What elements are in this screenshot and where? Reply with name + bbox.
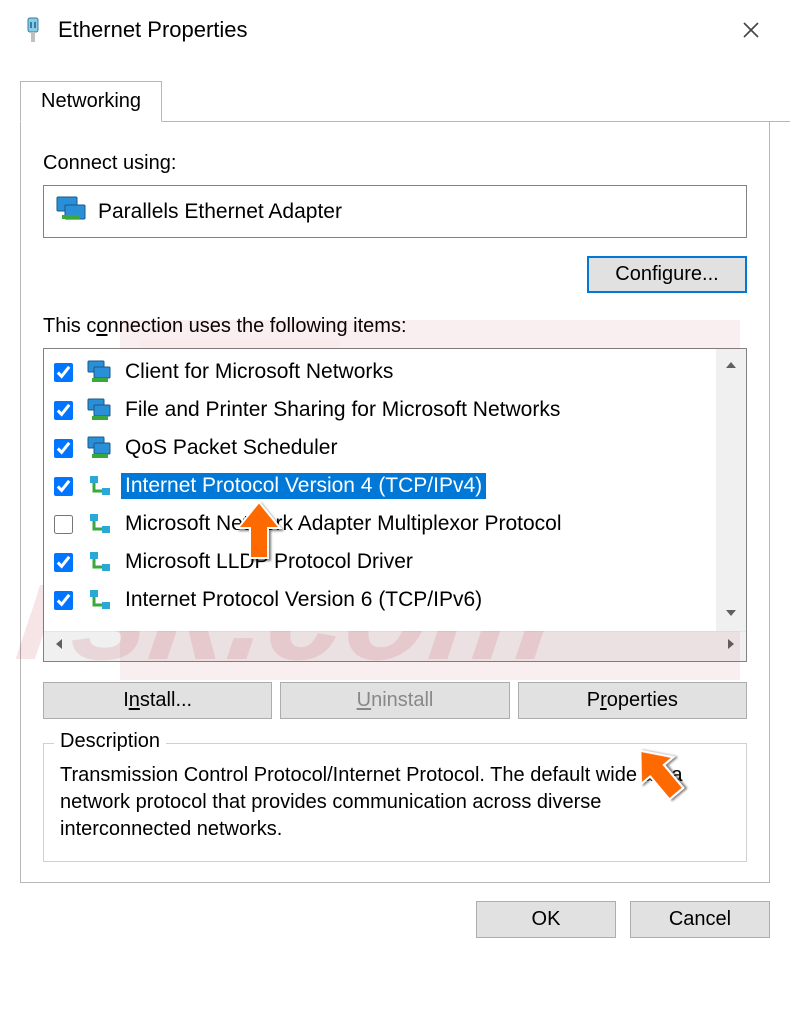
monitor-icon (87, 359, 113, 385)
tab-label: Networking (41, 90, 141, 112)
items-label: This connection uses the following items… (43, 315, 747, 338)
uninstall-button[interactable]: Uninstall (280, 682, 509, 719)
scroll-left-icon[interactable] (54, 637, 64, 656)
close-button[interactable] (732, 14, 770, 46)
list-item[interactable]: File and Printer Sharing for Microsoft N… (50, 391, 746, 429)
item-buttons-row: Install... Uninstall Properties (43, 682, 747, 719)
ok-button[interactable]: OK (476, 901, 616, 938)
description-group: Description Transmission Control Protoco… (43, 743, 747, 862)
window-title: Ethernet Properties (58, 17, 248, 43)
adapter-box[interactable]: Parallels Ethernet Adapter (43, 185, 747, 238)
tab-networking[interactable]: Networking (20, 81, 162, 122)
list-item[interactable]: Microsoft Network Adapter Multiplexor Pr… (50, 505, 746, 543)
list-item[interactable]: Internet Protocol Version 4 (TCP/IPv4) (50, 467, 746, 505)
vertical-scrollbar[interactable] (716, 349, 746, 631)
network-icon (87, 549, 113, 575)
ok-label: OK (532, 908, 561, 930)
description-heading: Description (54, 730, 166, 753)
titlebar: Ethernet Properties (0, 0, 790, 60)
ethernet-icon (22, 16, 44, 44)
dialog-buttons: OK Cancel (0, 883, 790, 938)
item-label: QoS Packet Scheduler (121, 435, 341, 461)
horizontal-scrollbar[interactable] (44, 631, 746, 661)
configure-button-label: Configure... (615, 263, 718, 285)
items-listbox[interactable]: Client for Microsoft Networks File and Pr… (44, 349, 746, 631)
item-checkbox[interactable] (54, 363, 73, 382)
description-text: Transmission Control Protocol/Internet P… (60, 762, 730, 843)
scroll-down-icon[interactable] (724, 605, 738, 623)
item-label: File and Printer Sharing for Microsoft N… (121, 397, 564, 423)
monitor-icon (87, 397, 113, 423)
list-item[interactable]: Microsoft LLDP Protocol Driver (50, 543, 746, 581)
cancel-button[interactable]: Cancel (630, 901, 770, 938)
item-checkbox[interactable] (54, 553, 73, 572)
network-icon (87, 587, 113, 613)
item-checkbox[interactable] (54, 515, 73, 534)
item-label: Client for Microsoft Networks (121, 359, 397, 385)
scroll-right-icon[interactable] (726, 637, 736, 656)
list-item[interactable]: Internet Protocol Version 6 (TCP/IPv6) (50, 581, 746, 619)
item-checkbox[interactable] (54, 401, 73, 420)
item-checkbox[interactable] (54, 591, 73, 610)
list-item[interactable]: QoS Packet Scheduler (50, 429, 746, 467)
tab-panel: Connect using: Parallels Ethernet Adapte… (20, 122, 770, 883)
network-icon (87, 473, 113, 499)
properties-button[interactable]: Properties (518, 682, 747, 719)
scroll-up-icon[interactable] (724, 357, 738, 375)
cancel-label: Cancel (669, 908, 731, 930)
adapter-monitor-icon (56, 196, 86, 227)
configure-button[interactable]: Configure... (587, 256, 747, 293)
configure-row: Configure... (43, 256, 747, 293)
item-checkbox[interactable] (54, 439, 73, 458)
item-checkbox[interactable] (54, 477, 73, 496)
network-icon (87, 511, 113, 537)
install-button[interactable]: Install... (43, 682, 272, 719)
list-item[interactable]: Client for Microsoft Networks (50, 353, 746, 391)
item-label: Internet Protocol Version 4 (TCP/IPv4) (121, 473, 486, 499)
items-listframe: Client for Microsoft Networks File and Pr… (43, 348, 747, 662)
item-label: Microsoft Network Adapter Multiplexor Pr… (121, 511, 566, 537)
item-label: Microsoft LLDP Protocol Driver (121, 549, 417, 575)
connect-using-label: Connect using: (43, 152, 747, 175)
monitor-icon (87, 435, 113, 461)
item-label: Internet Protocol Version 6 (TCP/IPv6) (121, 587, 486, 613)
tabstrip: Networking (20, 78, 790, 122)
adapter-name: Parallels Ethernet Adapter (98, 200, 342, 224)
